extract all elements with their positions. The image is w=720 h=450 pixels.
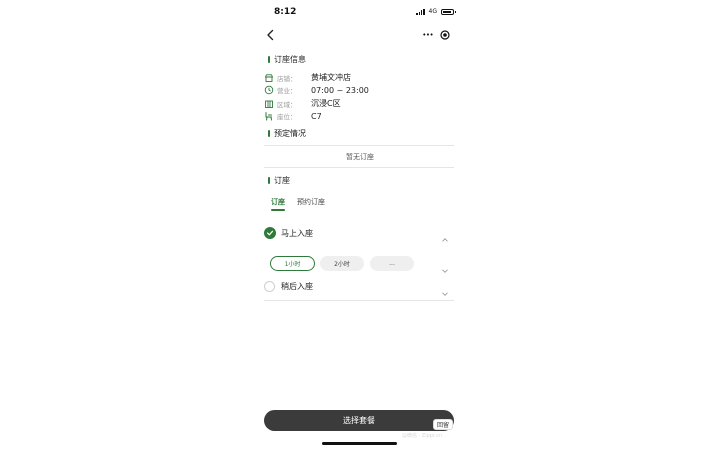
close-target-icon[interactable] [440, 30, 450, 40]
seat-icon [264, 111, 274, 121]
tab-book-now[interactable]: 订座 [271, 197, 285, 207]
divider [264, 145, 454, 146]
divider [264, 300, 454, 301]
back-icon[interactable] [264, 27, 278, 41]
option-sit-later-label: 稍后入座 [281, 282, 313, 291]
active-tab-indicator [271, 209, 285, 211]
booking-info-title: 订座信息 [274, 55, 306, 64]
info-label: 店铺： [277, 74, 297, 83]
info-value: C7 [311, 111, 322, 121]
reservation-status-heading: 预定情况 [268, 128, 306, 139]
info-value: 黄埔文冲店 [311, 73, 351, 82]
duration-chip-1h[interactable]: 1小时 [270, 256, 315, 271]
info-row-seat: 座位： C7 [264, 111, 322, 121]
checked-radio-icon[interactable] [264, 227, 276, 239]
select-package-button[interactable]: 选择套餐 [264, 410, 454, 431]
watermark: @微信 · Zippr.cn [402, 433, 443, 439]
battery-icon [441, 8, 456, 15]
status-time: 8:12 [274, 7, 297, 17]
signal-icon [416, 8, 425, 15]
clock-icon [264, 85, 274, 95]
booking-title: 订座 [274, 176, 290, 185]
chevron-down-icon[interactable] [441, 260, 449, 279]
reservation-status-title: 预定情况 [274, 129, 306, 138]
option-sit-later[interactable]: 稍后入座 [264, 281, 454, 292]
unchecked-radio-icon[interactable] [264, 281, 275, 292]
booking-heading: 订座 [268, 175, 290, 186]
info-value: 07:00 ~ 23:00 [311, 85, 369, 95]
area-icon [264, 99, 274, 109]
booking-info-heading: 订座信息 [268, 54, 306, 65]
info-value: 沉浸C区 [311, 99, 341, 108]
info-row-area: 区域： 沉浸C区 [264, 98, 341, 109]
section-bar [268, 56, 270, 63]
duration-chip-more[interactable]: ... [370, 256, 414, 271]
option-sit-now-label: 马上入座 [281, 228, 313, 238]
floating-badge[interactable]: 回留 [433, 419, 453, 430]
miniprogram-capsule: ••• [416, 27, 456, 43]
info-label: 区域： [277, 100, 297, 109]
empty-reservation-text: 暂无订座 [346, 153, 374, 161]
option-sit-now[interactable]: 马上入座 [264, 227, 454, 239]
chevron-up-icon[interactable] [441, 229, 449, 248]
section-bar [268, 177, 270, 184]
info-row-store: 店铺： 黄埔文冲店 [264, 72, 351, 83]
duration-chip-2h[interactable]: 2小时 [320, 256, 364, 271]
network-label: 4G [428, 8, 437, 15]
info-label: 营业： [277, 87, 297, 95]
status-indicators: 4G [416, 8, 456, 15]
store-icon [264, 73, 274, 83]
info-row-hours: 营业： 07:00 ~ 23:00 [264, 85, 369, 95]
divider [264, 167, 454, 168]
home-indicator [322, 442, 397, 445]
phone-screen: 8:12 4G ••• 订座信息 店铺： 黄埔文冲店 营业： 07:00 ~ 2… [262, 0, 458, 450]
more-menu-icon[interactable]: ••• [422, 31, 433, 39]
info-label: 座位： [277, 113, 297, 121]
tab-reserve[interactable]: 预约订座 [297, 197, 325, 207]
section-bar [268, 130, 270, 137]
